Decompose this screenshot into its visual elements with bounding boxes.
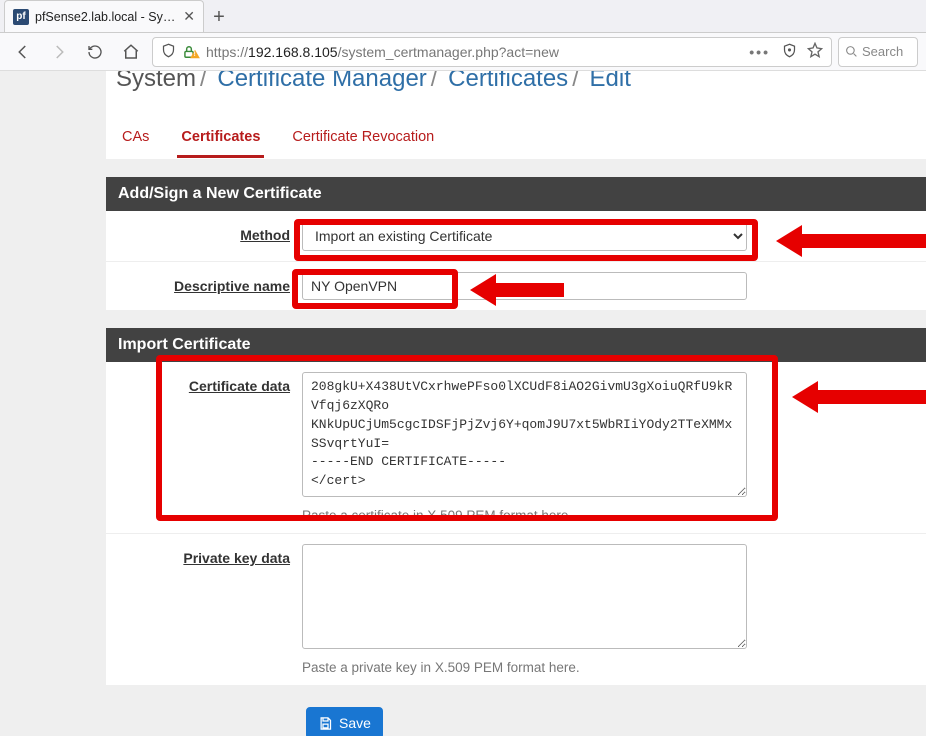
- search-icon: [845, 45, 858, 58]
- tab-cas[interactable]: CAs: [118, 121, 153, 158]
- tab-close-icon[interactable]: ✕: [183, 8, 195, 25]
- breadcrumb: System/ Certificate Manager/ Certificate…: [106, 71, 926, 103]
- pfsense-favicon: pf: [13, 9, 29, 25]
- page-tabs: CAs Certificates Certificate Revocation: [106, 103, 926, 159]
- cert-data-help: Paste a certificate in X.509 PEM format …: [302, 508, 918, 523]
- page-actions-icon[interactable]: •••: [749, 44, 770, 60]
- breadcrumb-root: System: [116, 71, 196, 92]
- key-data-textarea[interactable]: [302, 544, 747, 649]
- tab-certificates[interactable]: Certificates: [177, 121, 264, 158]
- reader-shield-icon[interactable]: [782, 43, 797, 61]
- new-tab-button[interactable]: +: [204, 2, 234, 32]
- breadcrumb-l3[interactable]: Edit: [590, 71, 631, 92]
- page-viewport: System/ Certificate Manager/ Certificate…: [0, 71, 926, 736]
- breadcrumb-l1[interactable]: Certificate Manager: [217, 71, 426, 92]
- panel-import-header: Import Certificate: [106, 328, 926, 362]
- tracking-shield-icon[interactable]: [161, 43, 176, 61]
- lock-warning-icon[interactable]: [182, 44, 200, 60]
- descriptive-name-label: Descriptive name: [114, 272, 302, 300]
- breadcrumb-l2[interactable]: Certificates: [448, 71, 568, 92]
- back-button[interactable]: [8, 37, 38, 67]
- tab-title: pfSense2.lab.local - System: Ce: [35, 10, 177, 24]
- key-data-label: Private key data: [114, 544, 302, 566]
- panel-add-sign-header: Add/Sign a New Certificate: [106, 177, 926, 211]
- method-label: Method: [114, 221, 302, 251]
- descriptive-name-input[interactable]: [302, 272, 747, 300]
- url-text: https://192.168.8.105/system_certmanager…: [206, 44, 559, 60]
- cert-data-textarea[interactable]: [302, 372, 747, 497]
- tab-revocation[interactable]: Certificate Revocation: [288, 121, 438, 158]
- reload-button[interactable]: [80, 37, 110, 67]
- method-select[interactable]: Import an existing Certificate: [302, 221, 747, 251]
- panel-add-sign: Add/Sign a New Certificate Method Import…: [106, 177, 926, 310]
- save-button[interactable]: Save: [306, 707, 383, 736]
- browser-tab[interactable]: pf pfSense2.lab.local - System: Ce ✕: [4, 0, 204, 32]
- browser-nav-bar: https://192.168.8.105/system_certmanager…: [0, 33, 926, 71]
- cert-data-label: Certificate data: [114, 372, 302, 394]
- panel-import: Import Certificate Certificate data Past…: [106, 328, 926, 685]
- browser-tab-bar: pf pfSense2.lab.local - System: Ce ✕ +: [0, 0, 926, 33]
- home-button[interactable]: [116, 37, 146, 67]
- browser-search-box[interactable]: Search: [838, 37, 918, 67]
- key-data-help: Paste a private key in X.509 PEM format …: [302, 660, 918, 675]
- forward-button[interactable]: [44, 37, 74, 67]
- url-bar[interactable]: https://192.168.8.105/system_certmanager…: [152, 37, 832, 67]
- bookmark-star-icon[interactable]: [807, 42, 823, 61]
- save-icon: [318, 716, 333, 731]
